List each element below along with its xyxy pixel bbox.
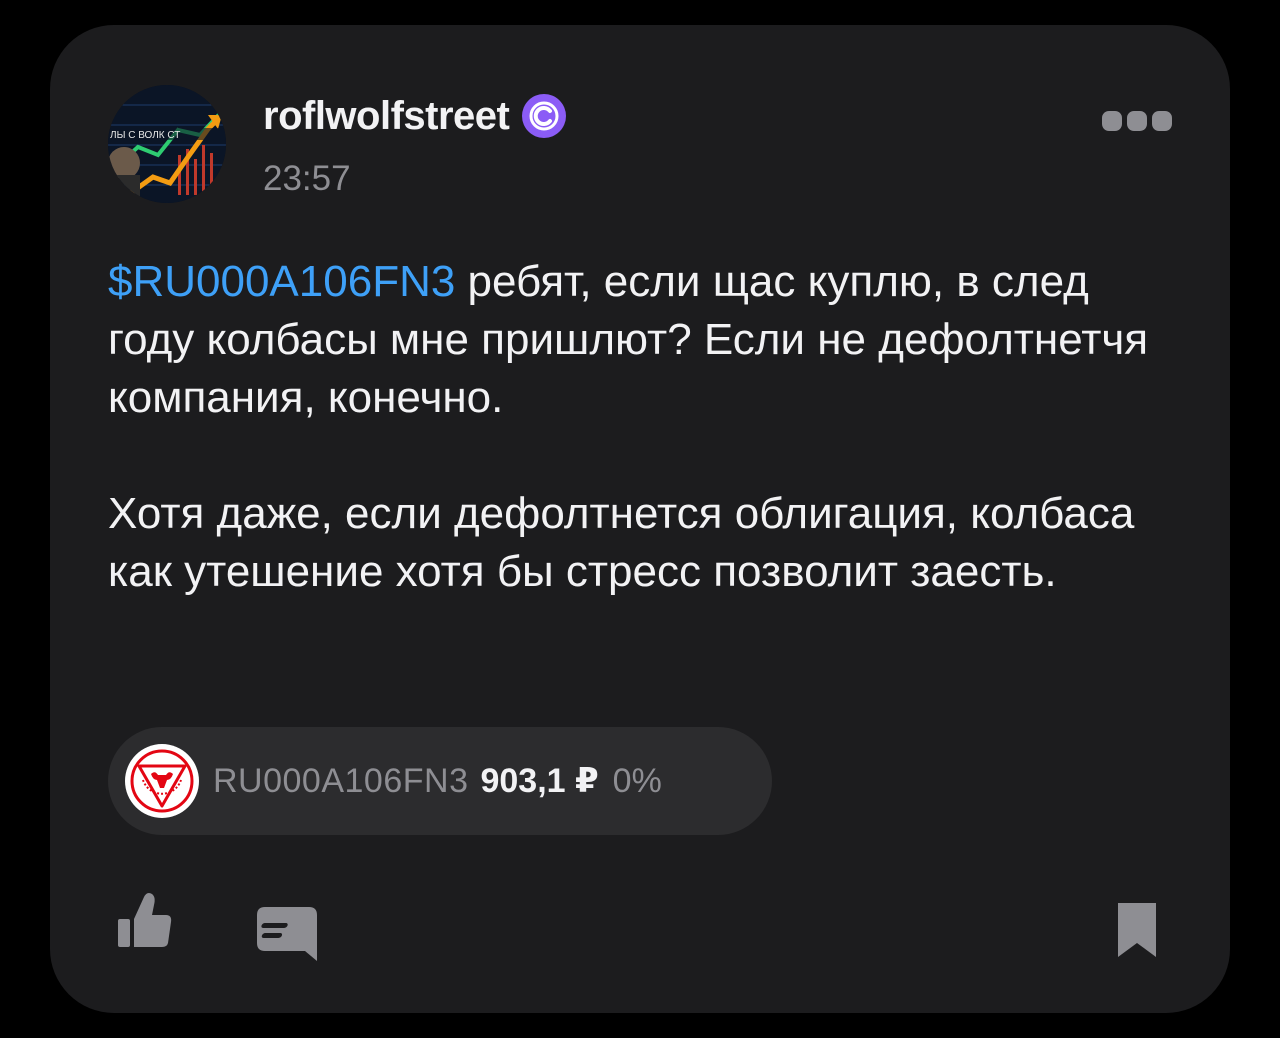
avatar-image: ЛЫ С ВОЛК СТ bbox=[108, 85, 226, 203]
author-name[interactable]: roflwolfstreet bbox=[263, 94, 510, 139]
post-body: $RU000A106FN3 ребят, если щас куплю, в с… bbox=[108, 253, 1178, 601]
chip-ticker: RU000A106FN3 bbox=[213, 761, 469, 800]
bull-logo-icon bbox=[125, 744, 199, 818]
more-dots-icon[interactable] bbox=[1100, 107, 1174, 135]
author-avatar[interactable]: ЛЫ С ВОЛК СТ bbox=[108, 85, 226, 203]
chip-change: 0% bbox=[612, 761, 662, 800]
comment-icon[interactable] bbox=[255, 905, 319, 963]
ticker-link[interactable]: $RU000A106FN3 bbox=[108, 257, 455, 306]
post-card: ЛЫ С ВОЛК СТ roflwolfstreet 23:57 $RU000… bbox=[50, 25, 1230, 1013]
author-row: roflwolfstreet bbox=[263, 93, 567, 139]
post-paragraph-2: Хотя даже, если дефолтнется облигация, к… bbox=[108, 489, 1135, 596]
post-time: 23:57 bbox=[263, 159, 351, 198]
chip-price: 903,1 ₽ bbox=[480, 762, 599, 800]
bookmark-icon[interactable] bbox=[1116, 901, 1158, 959]
premium-c-icon bbox=[522, 94, 567, 138]
post-paragraph-1: $RU000A106FN3 ребят, если щас куплю, в с… bbox=[108, 253, 1178, 427]
avatar-label: ЛЫ С ВОЛК СТ bbox=[110, 130, 180, 141]
instrument-chip[interactable]: RU000A106FN3 903,1 ₽ 0% bbox=[108, 727, 772, 835]
thumbs-up-icon[interactable] bbox=[116, 891, 172, 949]
